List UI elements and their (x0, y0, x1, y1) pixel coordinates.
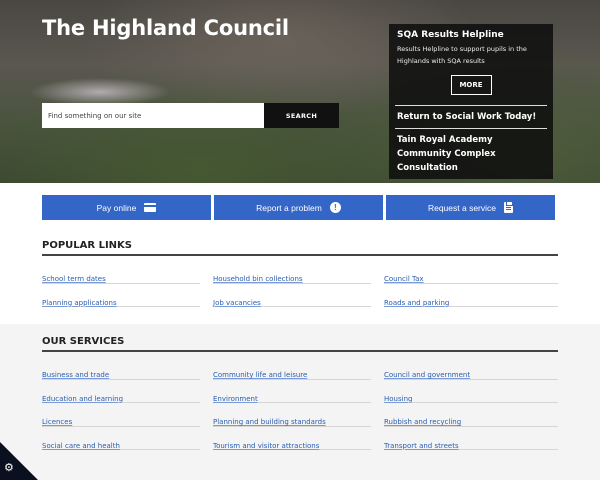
list-item: Business and trade (42, 356, 200, 380)
news-panel: SQA Results Helpline Results Helpline to… (389, 24, 553, 179)
service-link[interactable]: Transport and streets (384, 442, 459, 450)
service-link[interactable]: Licences (42, 418, 72, 426)
service-link[interactable]: Education and learning (42, 395, 123, 403)
service-link[interactable]: Rubbish and recycling (384, 418, 461, 426)
popular-link[interactable]: Planning applications (42, 299, 117, 307)
popular-links-heading: POPULAR LINKS (42, 240, 558, 256)
news-link-social-work[interactable]: Return to Social Work Today! (397, 106, 545, 128)
service-link[interactable]: Council and government (384, 371, 470, 379)
list-item: Tourism and visitor attractions (213, 427, 371, 450)
list-item: Council Tax (384, 260, 558, 284)
popular-links-list: School term dates Household bin collecti… (42, 260, 558, 307)
popular-link[interactable]: Council Tax (384, 275, 424, 283)
news-title[interactable]: SQA Results Helpline (397, 30, 545, 40)
list-item: Household bin collections (213, 260, 371, 284)
service-link[interactable]: Social care and health (42, 442, 120, 450)
list-item: Social care and health (42, 427, 200, 450)
pay-online-button[interactable]: Pay online (42, 195, 211, 220)
alert-icon: ! (329, 202, 341, 213)
list-item: Planning applications (42, 284, 200, 307)
action-label: Report a problem (256, 202, 322, 213)
services-heading: OUR SERVICES (42, 336, 558, 352)
card-icon (144, 203, 157, 212)
list-item: Council and government (384, 356, 558, 380)
list-item: Environment (213, 380, 371, 403)
service-link[interactable]: Planning and building standards (213, 418, 326, 426)
popular-link[interactable]: School term dates (42, 275, 106, 283)
service-link[interactable]: Housing (384, 395, 412, 403)
request-service-button[interactable]: Request a service (386, 195, 555, 220)
list-item: Job vacancies (213, 284, 371, 307)
service-link[interactable]: Community life and leisure (213, 371, 307, 379)
list-item: Roads and parking (384, 284, 558, 307)
list-item: Licences (42, 403, 200, 427)
action-label: Request a service (427, 202, 497, 213)
site-title[interactable]: The Highland Council (42, 16, 289, 40)
list-item: Housing (384, 380, 558, 403)
list-item: School term dates (42, 260, 200, 284)
popular-link[interactable]: Roads and parking (384, 299, 449, 307)
gear-icon[interactable]: ⚙ (4, 462, 14, 473)
search-button[interactable]: SEARCH (264, 103, 339, 128)
list-item: Rubbish and recycling (384, 403, 558, 427)
clipboard-icon (504, 201, 514, 213)
news-description: Results Helpline to support pupils in th… (397, 45, 527, 65)
list-item: Planning and building standards (213, 403, 371, 427)
list-item: Transport and streets (384, 427, 558, 450)
popular-link[interactable]: Household bin collections (213, 275, 303, 283)
more-button[interactable]: MORE (450, 75, 492, 95)
popular-link[interactable]: Job vacancies (213, 299, 261, 307)
search-form: SEARCH (42, 103, 339, 128)
report-problem-button[interactable]: Report a problem ! (214, 195, 383, 220)
service-link[interactable]: Business and trade (42, 371, 109, 379)
list-item: Community life and leisure (213, 356, 371, 380)
search-input[interactable] (42, 103, 264, 128)
services-list: Business and trade Community life and le… (42, 356, 558, 450)
action-bar: Pay online Report a problem ! Request a … (42, 195, 555, 220)
list-item: Education and learning (42, 380, 200, 403)
action-label: Pay online (96, 202, 137, 213)
news-link-tain-consultation[interactable]: Tain Royal Academy Community Complex Con… (397, 129, 545, 179)
service-link[interactable]: Tourism and visitor attractions (213, 442, 319, 450)
service-link[interactable]: Environment (213, 395, 258, 403)
